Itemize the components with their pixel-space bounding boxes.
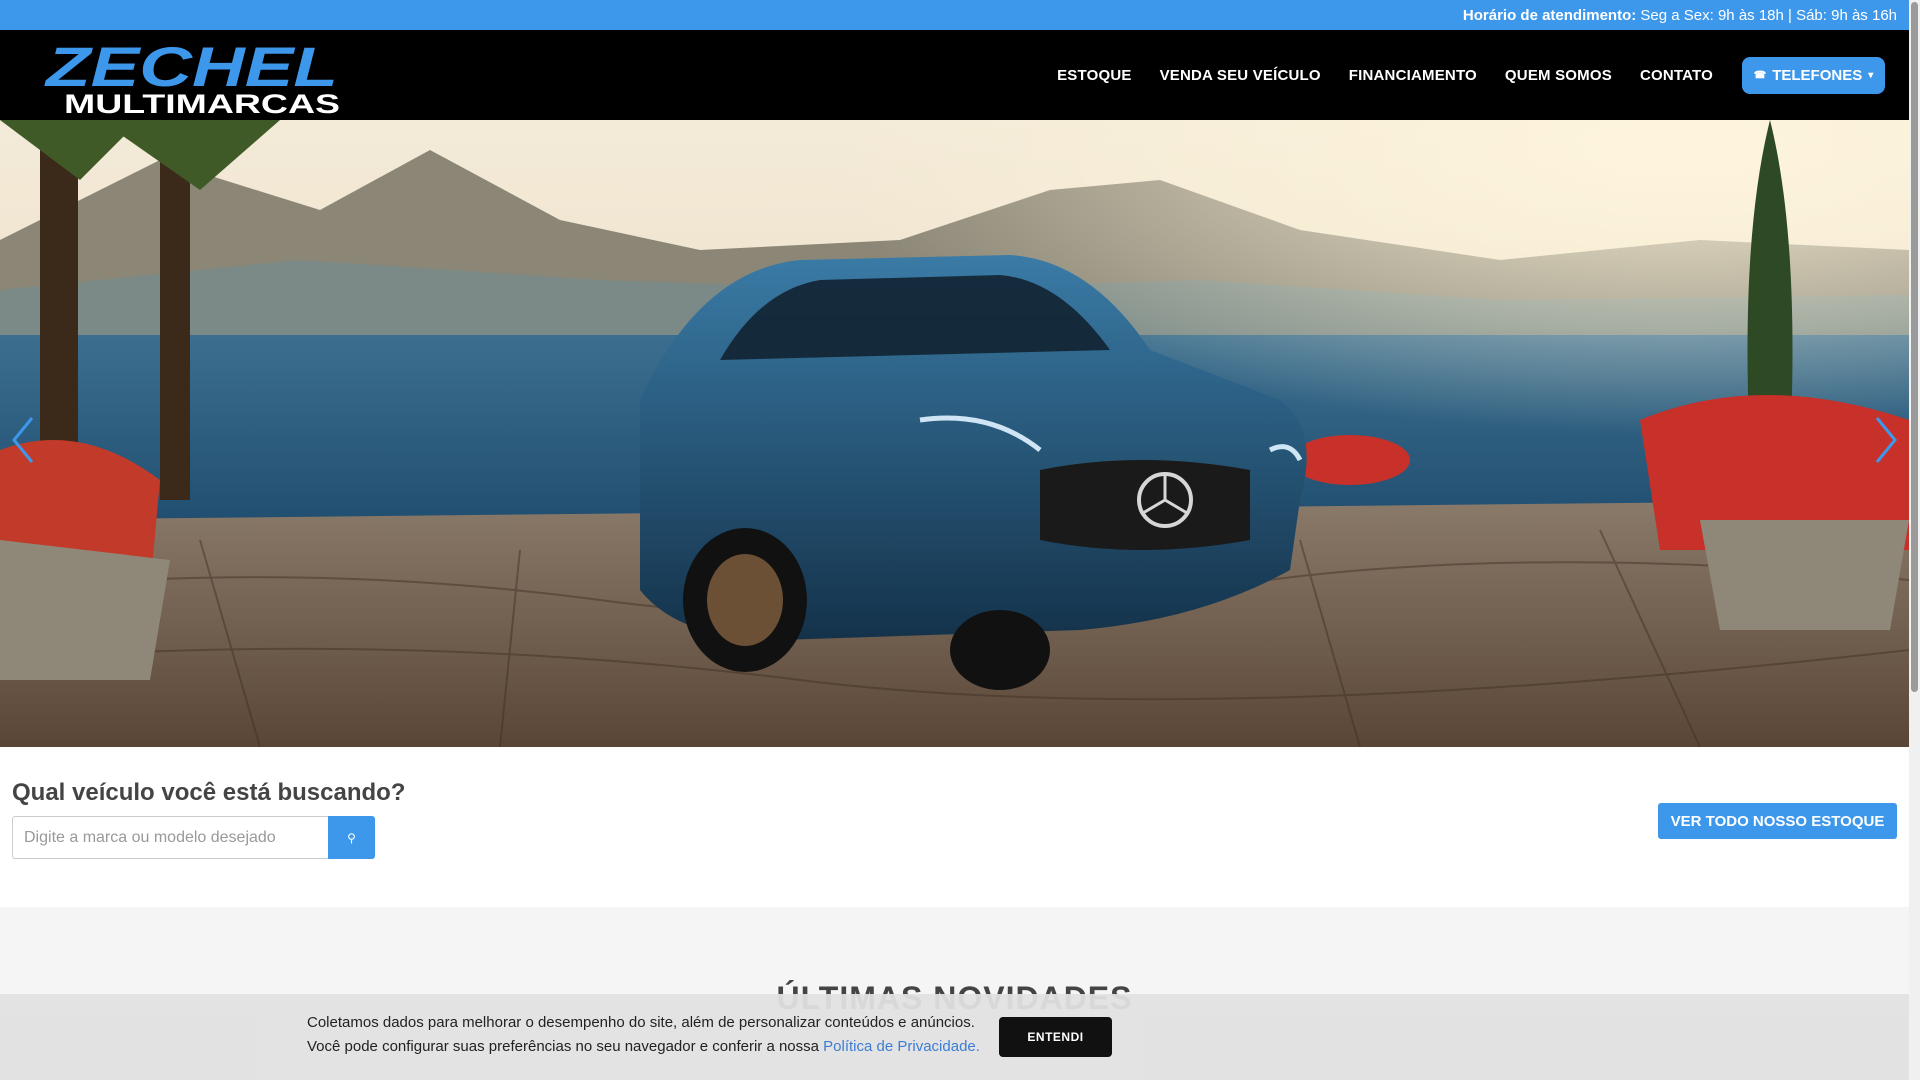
cookie-text: Coletamos dados para melhorar o desempen… (307, 1011, 980, 1059)
page: Horário de atendimento: Seg a Sex: 9h às… (0, 0, 1920, 1080)
cookie-banner: Coletamos dados para melhorar o desempen… (0, 994, 1909, 1080)
main-nav: ESTOQUE VENDA SEU VEÍCULO FINANCIAMENTO … (1029, 30, 1885, 120)
cookie-line1: Coletamos dados para melhorar o desempen… (307, 1014, 975, 1031)
chevron-right-icon (1875, 417, 1897, 463)
privacy-policy-link[interactable]: Política de Privacidade. (823, 1038, 980, 1055)
nav-item-contato[interactable]: CONTATO (1640, 67, 1713, 84)
site-header: ZECHEL MULTIMARCAS ESTOQUE VENDA SEU VEÍ… (0, 30, 1909, 120)
logo-line2: MULTIMARCAS (64, 89, 340, 116)
view-all-stock-button[interactable]: VER TODO NOSSO ESTOQUE (1658, 803, 1897, 839)
phones-dropdown-button[interactable]: ☎ TELEFONES ▾ (1742, 56, 1885, 94)
nav-item-financiamento[interactable]: FINANCIAMENTO (1349, 67, 1477, 84)
cookie-line2: Você pode configurar suas preferências n… (307, 1035, 980, 1059)
cookie-accept-button[interactable]: ENTENDI (999, 1017, 1112, 1057)
nav-item-venda-seu-veiculo[interactable]: VENDA SEU VEÍCULO (1160, 67, 1321, 84)
business-hours: Horário de atendimento: Seg a Sex: 9h às… (1463, 7, 1897, 24)
slider-prev-arrow[interactable] (4, 410, 44, 470)
top-info-bar: Horário de atendimento: Seg a Sex: 9h às… (0, 0, 1909, 30)
slider-next-arrow[interactable] (1865, 410, 1905, 470)
hero-slider (0, 120, 1909, 747)
scrollbar-thumb[interactable] (1911, 2, 1918, 692)
hero-image (0, 120, 1909, 747)
search-title: Qual veículo você está buscando? (12, 779, 406, 806)
chevron-left-icon (12, 417, 34, 463)
phones-label: TELEFONES (1772, 66, 1863, 84)
search-input[interactable] (12, 816, 328, 859)
search-button[interactable]: ⚲ (328, 816, 375, 859)
page-scrollbar[interactable] (1909, 0, 1920, 1080)
nav-item-quem-somos[interactable]: QUEM SOMOS (1505, 67, 1612, 84)
chevron-down-icon: ▾ (1868, 69, 1874, 81)
business-hours-label: Horário de atendimento: (1462, 7, 1637, 24)
brand-logo[interactable]: ZECHEL MULTIMARCAS (44, 38, 342, 116)
search-form: ⚲ (12, 816, 375, 859)
phone-icon: ☎ (1753, 69, 1767, 81)
search-icon: ⚲ (347, 830, 356, 845)
business-hours-text: Seg a Sex: 9h às 18h | Sáb: 9h às 16h (1636, 7, 1897, 24)
nav-item-estoque[interactable]: ESTOQUE (1057, 67, 1131, 84)
search-section: Qual veículo você está buscando? ⚲ VER T… (0, 747, 1909, 907)
cookie-line2-text: Você pode configurar suas preferências n… (307, 1038, 824, 1055)
